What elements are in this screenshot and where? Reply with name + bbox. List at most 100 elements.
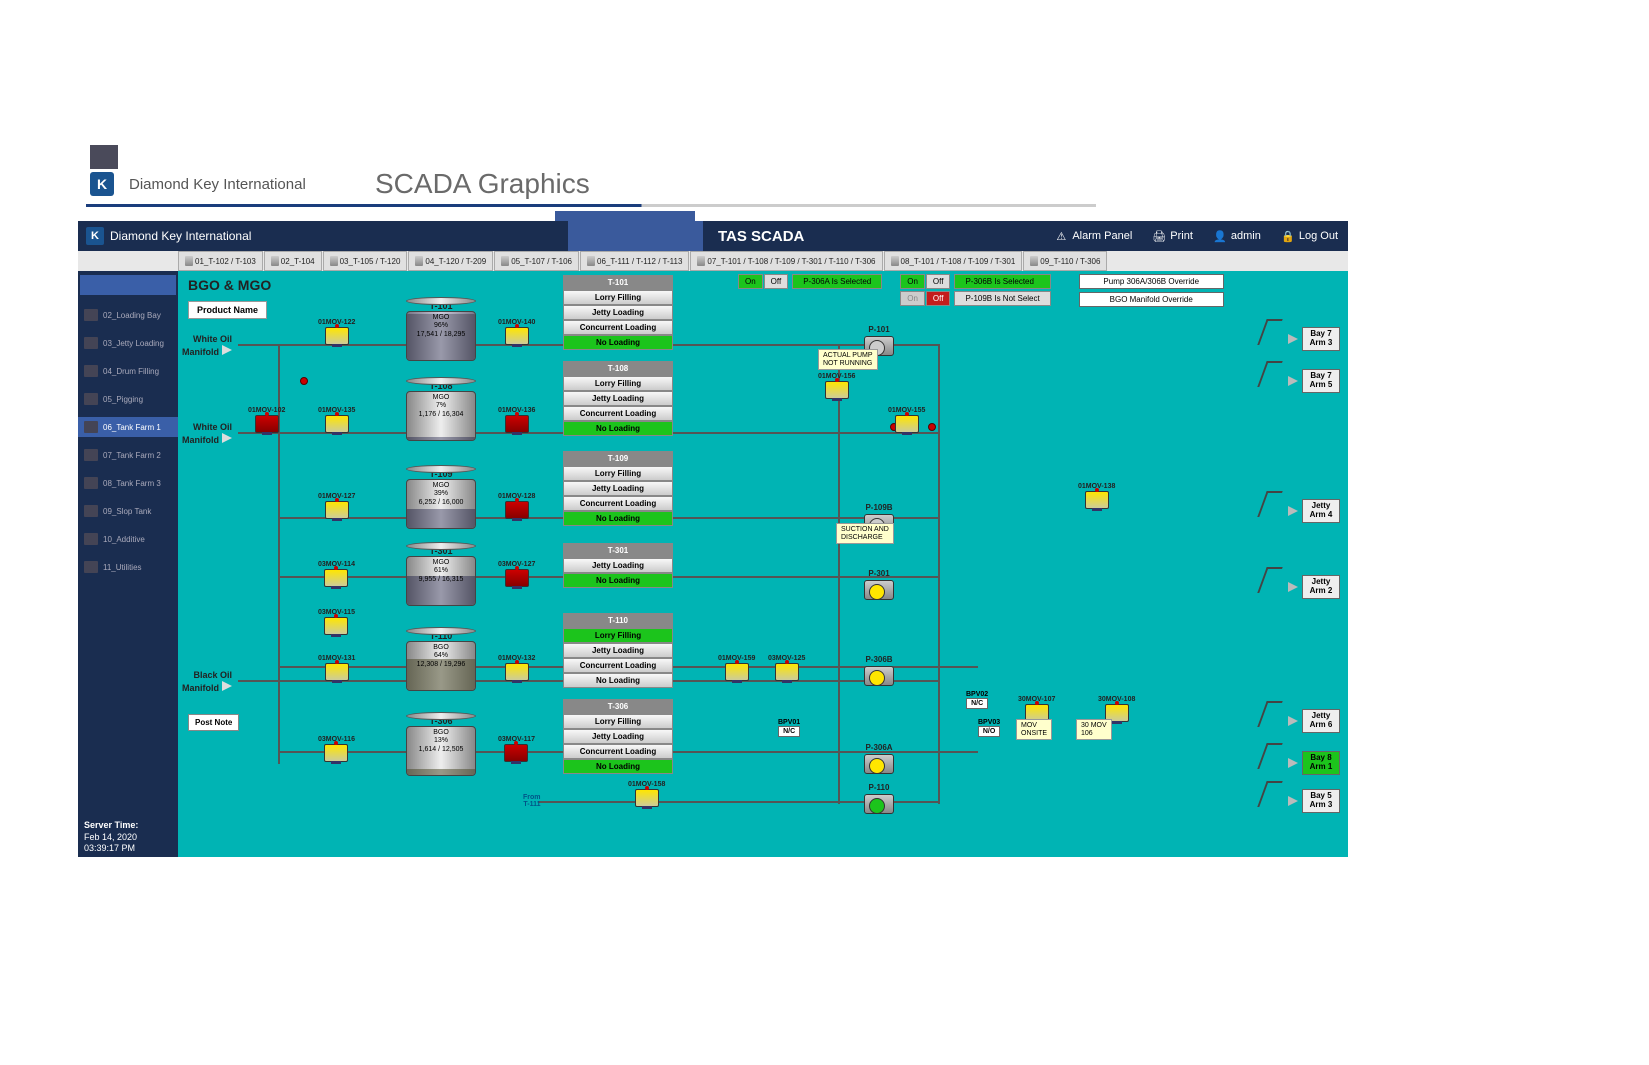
pump-p306b[interactable]: P-306B bbox=[864, 655, 894, 688]
valve-01mov-158[interactable]: 01MOV-158 bbox=[628, 781, 665, 808]
view-tab-03[interactable]: 03_T-105 / T-120 bbox=[323, 251, 408, 271]
bay-5-arm-3[interactable]: Bay 5 Arm 3 bbox=[1288, 789, 1340, 813]
t109-concurrent[interactable]: Concurrent Loading bbox=[563, 496, 673, 511]
valve-01mov-138[interactable]: 01MOV-138 bbox=[1078, 483, 1115, 510]
tank-t301[interactable]: T-301 MGO61%9,955 / 16,315 bbox=[406, 546, 476, 606]
tank-t109[interactable]: T-109 MGO39%6,252 / 16,000 bbox=[406, 469, 476, 529]
sidebar-item-tank-farm-2[interactable]: 07_Tank Farm 2 bbox=[78, 445, 178, 465]
sidebar-item-drum-filling[interactable]: 04_Drum Filling bbox=[78, 361, 178, 381]
valve-03mov-114[interactable]: 03MOV-114 bbox=[318, 561, 355, 588]
t109-no-loading[interactable]: No Loading bbox=[563, 511, 673, 526]
t306-concurrent[interactable]: Concurrent Loading bbox=[563, 744, 673, 759]
valve-01mov-135[interactable]: 01MOV-135 bbox=[318, 407, 355, 434]
valve-03mov-117[interactable]: 03MOV-117 bbox=[498, 736, 535, 763]
valve-03mov-127[interactable]: 03MOV-127 bbox=[498, 561, 535, 588]
valve-01mov-132[interactable]: 01MOV-132 bbox=[498, 655, 535, 682]
t306-jetty-loading[interactable]: Jetty Loading bbox=[563, 729, 673, 744]
pump-override-button[interactable]: Pump 306A/306B Override bbox=[1079, 274, 1224, 289]
t110-lorry-filling[interactable]: Lorry Filling bbox=[563, 628, 673, 643]
bpv01[interactable]: BPV01N/C bbox=[778, 719, 800, 737]
valve-01mov-102[interactable]: 01MOV-102 bbox=[248, 407, 285, 434]
t101-lorry-filling[interactable]: Lorry Filling bbox=[563, 290, 673, 305]
jetty-arm-4[interactable]: Jetty Arm 4 bbox=[1288, 499, 1340, 523]
tank-icon bbox=[84, 449, 98, 461]
valve-01mov-159[interactable]: 01MOV-159 bbox=[718, 655, 755, 682]
tank-t110[interactable]: T-110 BGO64%12,308 / 19,296 bbox=[406, 631, 476, 691]
valve-01mov-140[interactable]: 01MOV-140 bbox=[498, 319, 535, 346]
sidebar-item-loading-bay[interactable]: 02_Loading Bay bbox=[78, 305, 178, 325]
sidebar-item-utilities[interactable]: 11_Utilities bbox=[78, 557, 178, 577]
t108-jetty-loading[interactable]: Jetty Loading bbox=[563, 391, 673, 406]
p306b-on-button[interactable]: On bbox=[900, 274, 925, 289]
t108-no-loading[interactable]: No Loading bbox=[563, 421, 673, 436]
jetty-arm-6[interactable]: Jetty Arm 6 bbox=[1288, 709, 1340, 733]
t101-jetty-loading[interactable]: Jetty Loading bbox=[563, 305, 673, 320]
print-button[interactable]: 🖨Print bbox=[1152, 229, 1193, 243]
alarm-panel-button[interactable]: ⚠Alarm Panel bbox=[1054, 229, 1132, 243]
sidebar-item-tank-farm-1[interactable]: 06_Tank Farm 1 bbox=[78, 417, 178, 437]
bgo-override-button[interactable]: BGO Manifold Override bbox=[1079, 292, 1224, 307]
t101-no-loading[interactable]: No Loading bbox=[563, 335, 673, 350]
post-note-button[interactable]: Post Note bbox=[188, 714, 239, 731]
view-tab-09[interactable]: 09_T-110 / T-306 bbox=[1023, 251, 1107, 271]
t109-lorry-filling[interactable]: Lorry Filling bbox=[563, 466, 673, 481]
bay-8-arm-1[interactable]: Bay 8 Arm 1 bbox=[1288, 751, 1340, 775]
valve-01mov-136[interactable]: 01MOV-136 bbox=[498, 407, 535, 434]
sidebar-item-slop-tank[interactable]: 09_Slop Tank bbox=[78, 501, 178, 521]
logout-button[interactable]: 🔒Log Out bbox=[1281, 229, 1338, 243]
p109b-on-button[interactable]: On bbox=[900, 291, 925, 306]
t110-concurrent[interactable]: Concurrent Loading bbox=[563, 658, 673, 673]
sidebar-item-jetty-loading[interactable]: 03_Jetty Loading bbox=[78, 333, 178, 353]
loading-arm-icon bbox=[1257, 567, 1282, 593]
tank-t101[interactable]: T-101 MGO96%17,541 / 18,295 bbox=[406, 301, 476, 361]
sidebar-item-additive[interactable]: 10_Additive bbox=[78, 529, 178, 549]
t108-concurrent[interactable]: Concurrent Loading bbox=[563, 406, 673, 421]
valve-01mov-155[interactable]: 01MOV-155 bbox=[888, 407, 925, 434]
p306a-off-button[interactable]: Off bbox=[764, 274, 789, 289]
t301-no-loading[interactable]: No Loading bbox=[563, 573, 673, 588]
white-oil-manifold-2-label: White Oil Manifold bbox=[182, 423, 232, 446]
t109-jetty-loading[interactable]: Jetty Loading bbox=[563, 481, 673, 496]
t306-no-loading[interactable]: No Loading bbox=[563, 759, 673, 774]
valve-01mov-131[interactable]: 01MOV-131 bbox=[318, 655, 355, 682]
pump-p301[interactable]: P-301 bbox=[864, 569, 894, 602]
product-name-button[interactable]: Product Name bbox=[188, 301, 267, 319]
bpv03[interactable]: BPV03N/O bbox=[978, 719, 1000, 737]
p306b-off-button[interactable]: Off bbox=[926, 274, 951, 289]
valve-01mov-122[interactable]: 01MOV-122 bbox=[318, 319, 355, 346]
jetty-arm-2[interactable]: Jetty Arm 2 bbox=[1288, 575, 1340, 599]
view-tab-04[interactable]: 04_T-120 / T-209 bbox=[408, 251, 493, 271]
valve-03mov-116[interactable]: 03MOV-116 bbox=[318, 736, 355, 763]
admin-button[interactable]: 👤admin bbox=[1213, 229, 1261, 243]
sidebar-item-pigging[interactable]: 05_Pigging bbox=[78, 389, 178, 409]
tank-t306[interactable]: T-306 BGO13%1,614 / 12,505 bbox=[406, 716, 476, 776]
valve-01mov-128[interactable]: 01MOV-128 bbox=[498, 493, 535, 520]
view-tab-07[interactable]: 07_T-101 / T-108 / T-109 / T-301 / T-110… bbox=[690, 251, 882, 271]
t110-no-loading[interactable]: No Loading bbox=[563, 673, 673, 688]
t306-lorry-filling[interactable]: Lorry Filling bbox=[563, 714, 673, 729]
valve-01mov-127[interactable]: 01MOV-127 bbox=[318, 493, 355, 520]
sidebar-item-tank-farm-3[interactable]: 08_Tank Farm 3 bbox=[78, 473, 178, 493]
view-tab-02[interactable]: 02_T-104 bbox=[264, 251, 322, 271]
valve-03mov-115[interactable]: 03MOV-115 bbox=[318, 609, 355, 636]
view-tab-08[interactable]: 08_T-101 / T-108 / T-109 / T-301 bbox=[884, 251, 1023, 271]
panel-t101: T-101 Lorry Filling Jetty Loading Concur… bbox=[563, 275, 673, 350]
valve-03mov-125[interactable]: 03MOV-125 bbox=[768, 655, 805, 682]
p306a-on-button[interactable]: On bbox=[738, 274, 763, 289]
bay-7-arm-3[interactable]: Bay 7 Arm 3 bbox=[1288, 327, 1340, 351]
p109b-off-button[interactable]: Off bbox=[926, 291, 951, 306]
view-tab-06[interactable]: 06_T-111 / T-112 / T-113 bbox=[580, 251, 689, 271]
truck-icon bbox=[84, 309, 98, 321]
tank-t108[interactable]: T-108 MGO7%1,176 / 16,304 bbox=[406, 381, 476, 441]
valve-01mov-156[interactable]: 01MOV-156 bbox=[818, 373, 855, 400]
pump-p110[interactable]: P-110 bbox=[864, 783, 894, 816]
pump-p306a[interactable]: P-306A bbox=[864, 743, 894, 776]
bpv02[interactable]: BPV02N/C bbox=[966, 691, 988, 709]
view-tab-01[interactable]: 01_T-102 / T-103 bbox=[178, 251, 263, 271]
bay-7-arm-5[interactable]: Bay 7 Arm 5 bbox=[1288, 369, 1340, 393]
view-tab-05[interactable]: 05_T-107 / T-106 bbox=[494, 251, 579, 271]
t110-jetty-loading[interactable]: Jetty Loading bbox=[563, 643, 673, 658]
t301-jetty-loading[interactable]: Jetty Loading bbox=[563, 558, 673, 573]
t108-lorry-filling[interactable]: Lorry Filling bbox=[563, 376, 673, 391]
t101-concurrent[interactable]: Concurrent Loading bbox=[563, 320, 673, 335]
